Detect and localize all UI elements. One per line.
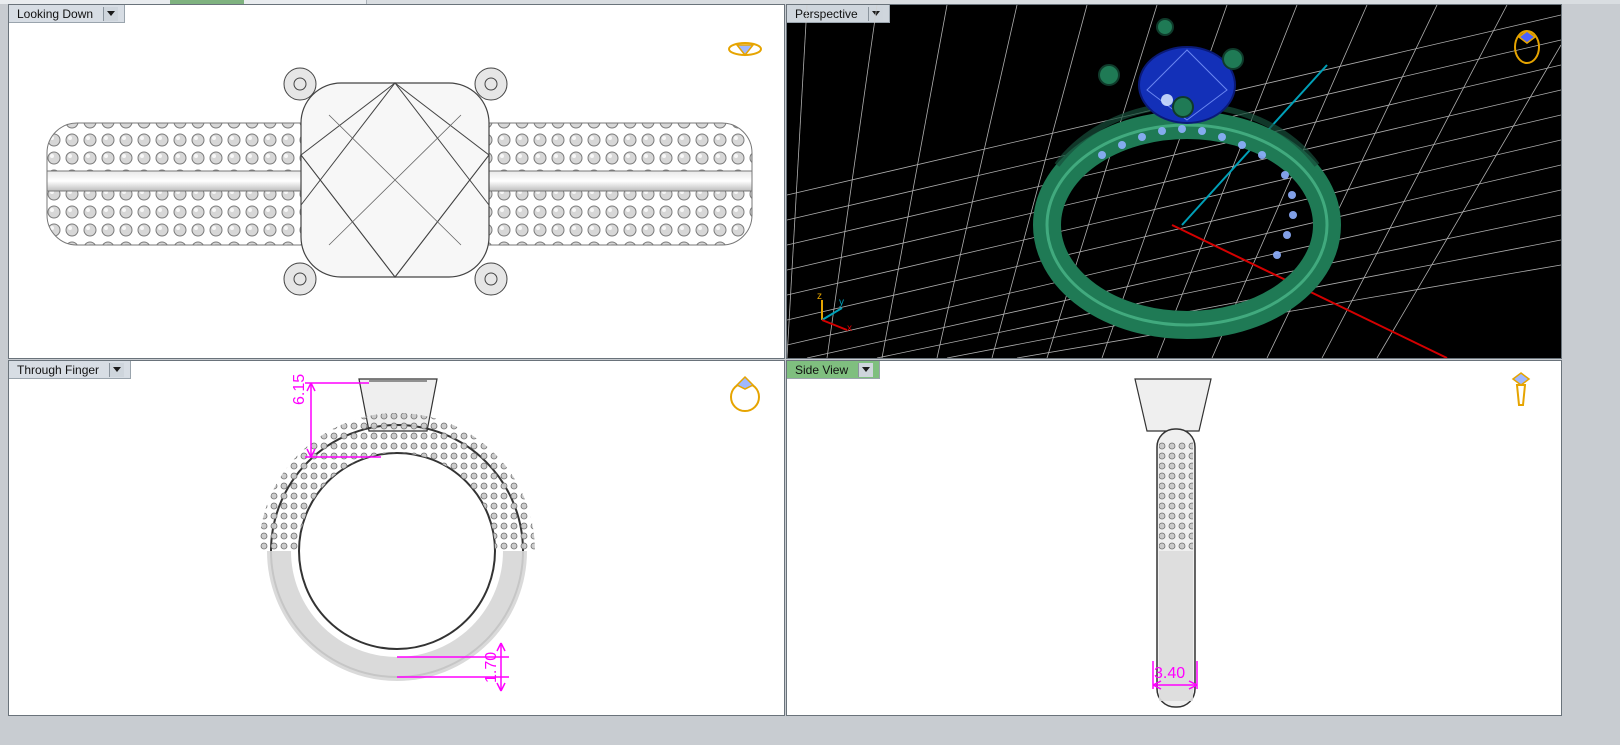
ring-perspective-gizmo-icon[interactable] bbox=[1505, 23, 1549, 67]
dimension-shank-thickness-label: 1.70 bbox=[483, 651, 500, 683]
ring-front-render bbox=[259, 378, 535, 692]
viewport-looking-down[interactable]: Looking Down bbox=[8, 4, 785, 359]
prong-bottom-left bbox=[283, 262, 317, 296]
prong-bottom-right bbox=[474, 262, 508, 296]
viewport-perspective[interactable]: Perspective z y x bbox=[786, 4, 1562, 359]
perspective-scene bbox=[787, 5, 1561, 358]
ring-view-gizmo-icon[interactable] bbox=[723, 23, 767, 67]
prong-top-left bbox=[283, 67, 317, 101]
ring-side-gizmo-icon[interactable] bbox=[1499, 367, 1543, 411]
ring-front-gizmo-icon[interactable] bbox=[723, 371, 767, 415]
viewport-through-finger[interactable]: Through Finger 6.15 1.70 bbox=[8, 360, 785, 716]
prong-top-right bbox=[474, 67, 508, 101]
ring-green-render bbox=[1033, 102, 1341, 339]
dimension-top-height-label: 6.15 bbox=[291, 373, 308, 405]
ring-top-render bbox=[46, 67, 753, 296]
axis-z-label: z bbox=[817, 291, 822, 302]
dimension-side-width-label: 3.40 bbox=[1154, 665, 1186, 682]
axis-y-label: y bbox=[839, 297, 844, 308]
ring-side-render bbox=[1134, 378, 1212, 708]
axis-x-label: x bbox=[847, 323, 852, 334]
viewport-side-view[interactable]: Side View 3.40 bbox=[786, 360, 1562, 716]
